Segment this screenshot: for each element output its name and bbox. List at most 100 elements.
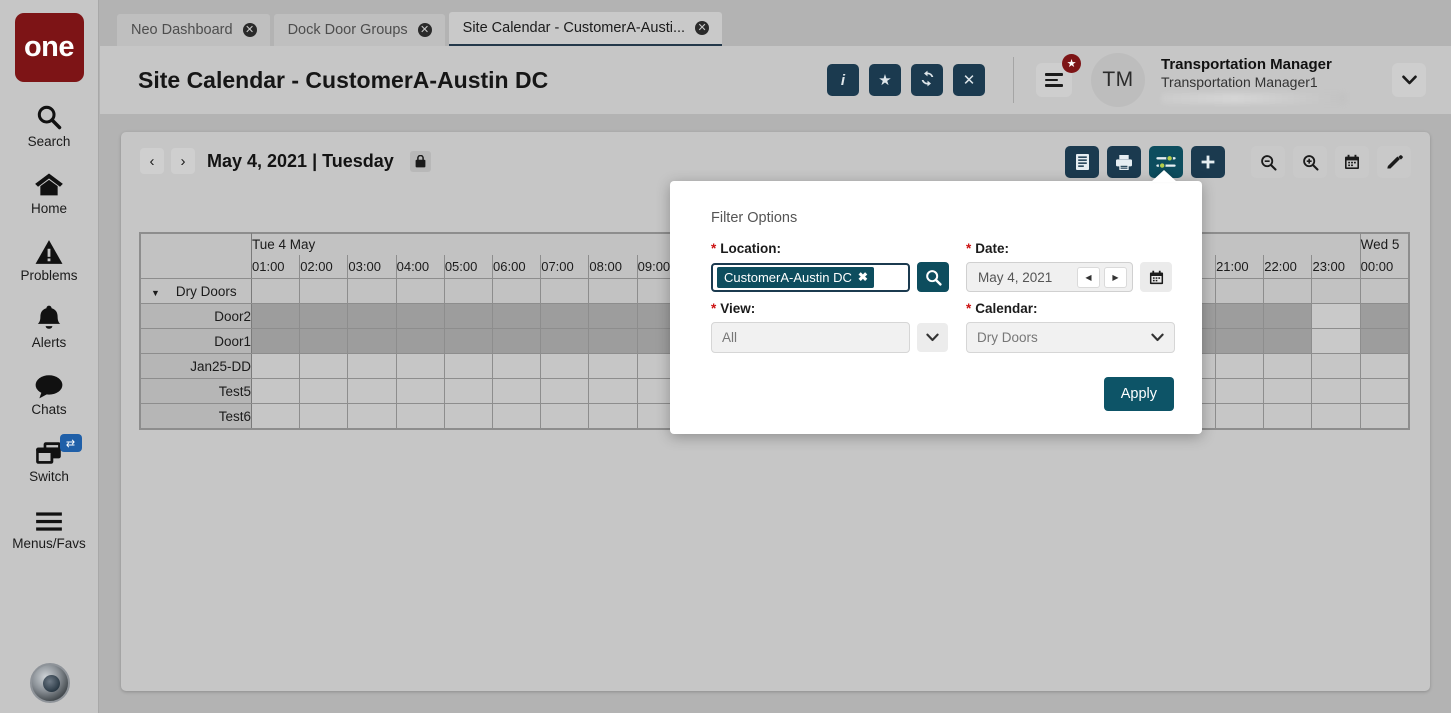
- calendar-cell[interactable]: [395, 403, 445, 429]
- rail-item-problems[interactable]: Problems: [0, 235, 99, 283]
- door-row-label[interactable]: Door2: [140, 303, 252, 329]
- tab-site-calendar[interactable]: Site Calendar - CustomerA-Austi... ✕: [448, 12, 723, 46]
- report-button[interactable]: [1065, 146, 1099, 178]
- view-dropdown-button[interactable]: [917, 323, 948, 352]
- switch-badge-icon[interactable]: ⇄: [59, 434, 82, 452]
- lock-icon[interactable]: [409, 150, 431, 172]
- header-menu-button[interactable]: ★: [1036, 54, 1081, 97]
- info-button[interactable]: i: [827, 64, 859, 96]
- door-row-label[interactable]: Test5: [140, 378, 252, 404]
- calendar-cell[interactable]: [443, 378, 494, 404]
- close-icon[interactable]: ✕: [242, 23, 257, 37]
- favorite-button[interactable]: ★: [869, 64, 901, 96]
- calendar-cell[interactable]: [395, 353, 445, 379]
- calendar-cell[interactable]: [588, 278, 638, 304]
- calendar-cell[interactable]: [1311, 278, 1361, 304]
- calendar-cell[interactable]: [395, 278, 445, 304]
- calendar-cell[interactable]: [1263, 303, 1313, 329]
- calendar-cell[interactable]: [1215, 403, 1265, 429]
- calendar-cell[interactable]: [1263, 278, 1313, 304]
- rail-user-avatar-icon[interactable]: [30, 663, 70, 703]
- calendar-cell[interactable]: [1359, 378, 1410, 404]
- door-row-label[interactable]: Jan25-DD: [140, 353, 252, 379]
- calendar-cell[interactable]: [540, 278, 590, 304]
- door-row-label[interactable]: Test6: [140, 403, 252, 429]
- date-input[interactable]: May 4, 2021 ◀ ▶: [966, 262, 1133, 292]
- calendar-cell[interactable]: [443, 303, 494, 329]
- calendar-cell[interactable]: [1359, 328, 1410, 354]
- location-input[interactable]: CustomerA-Austin DC ✖: [711, 262, 910, 292]
- calendar-cell[interactable]: [250, 378, 301, 404]
- tab-dock-door-groups[interactable]: Dock Door Groups ✕: [273, 14, 445, 46]
- calendar-cell[interactable]: [347, 378, 397, 404]
- calendar-cell[interactable]: [1263, 328, 1313, 354]
- calendar-cell[interactable]: [1359, 403, 1410, 429]
- calendar-cell[interactable]: [1263, 353, 1313, 379]
- rail-item-switch[interactable]: ⇄ Switch: [0, 434, 99, 484]
- remove-token-icon[interactable]: ✖: [858, 270, 868, 284]
- calendar-cell[interactable]: [250, 278, 301, 304]
- rail-item-menus-favs[interactable]: Menus/Favs: [0, 503, 99, 551]
- print-button[interactable]: [1107, 146, 1141, 178]
- calendar-cell[interactable]: [443, 403, 494, 429]
- zoom-in-button[interactable]: [1293, 146, 1327, 178]
- calendar-cell[interactable]: [588, 403, 638, 429]
- previous-day-button[interactable]: ‹: [140, 148, 164, 174]
- rail-item-home[interactable]: Home: [0, 168, 99, 216]
- date-picker-button[interactable]: [1140, 262, 1172, 292]
- calendar-cell[interactable]: [299, 353, 349, 379]
- calendar-cell[interactable]: [588, 353, 638, 379]
- calendar-cell[interactable]: [1311, 403, 1361, 429]
- calendar-cell[interactable]: [299, 403, 349, 429]
- calendar-cell[interactable]: [1215, 303, 1265, 329]
- calendar-cell[interactable]: [443, 278, 494, 304]
- apply-button[interactable]: Apply: [1103, 377, 1174, 411]
- add-button[interactable]: [1191, 146, 1225, 178]
- calendar-button[interactable]: [1335, 146, 1369, 178]
- calendar-cell[interactable]: [1311, 353, 1361, 379]
- calendar-cell[interactable]: [347, 278, 397, 304]
- calendar-cell[interactable]: [1215, 328, 1265, 354]
- calendar-cell[interactable]: [347, 303, 397, 329]
- calendar-cell[interactable]: [250, 328, 301, 354]
- calendar-cell[interactable]: [299, 328, 349, 354]
- rail-item-chats[interactable]: Chats: [0, 369, 99, 417]
- calendar-cell[interactable]: [1263, 403, 1313, 429]
- calendar-cell[interactable]: [395, 378, 445, 404]
- door-row-label[interactable]: Door1: [140, 328, 252, 354]
- calendar-cell[interactable]: [540, 303, 590, 329]
- group-row-label[interactable]: ▼ Dry Doors: [140, 278, 252, 304]
- calendar-cell[interactable]: [492, 303, 542, 329]
- app-logo[interactable]: one: [14, 13, 84, 82]
- calendar-cell[interactable]: [250, 403, 301, 429]
- rail-item-search[interactable]: Search: [0, 101, 99, 149]
- calendar-cell[interactable]: [395, 328, 445, 354]
- calendar-cell[interactable]: [492, 378, 542, 404]
- calendar-cell[interactable]: [250, 303, 301, 329]
- calendar-cell[interactable]: [250, 353, 301, 379]
- next-day-button[interactable]: ›: [171, 148, 195, 174]
- calendar-cell[interactable]: [347, 328, 397, 354]
- location-search-button[interactable]: [917, 262, 949, 292]
- user-menu-chevron-down-icon[interactable]: [1392, 63, 1426, 97]
- view-select[interactable]: All: [711, 322, 910, 353]
- calendar-cell[interactable]: [540, 378, 590, 404]
- calendar-cell[interactable]: [540, 353, 590, 379]
- calendar-cell[interactable]: [1215, 278, 1265, 304]
- calendar-cell[interactable]: [347, 353, 397, 379]
- calendar-cell[interactable]: [588, 328, 638, 354]
- calendar-cell[interactable]: [299, 378, 349, 404]
- refresh-button[interactable]: [911, 64, 943, 96]
- edit-button[interactable]: [1377, 146, 1411, 178]
- calendar-cell[interactable]: [443, 353, 494, 379]
- calendar-cell[interactable]: [1359, 353, 1410, 379]
- calendar-cell[interactable]: [492, 353, 542, 379]
- calendar-cell[interactable]: [1215, 353, 1265, 379]
- calendar-cell[interactable]: [588, 303, 638, 329]
- calendar-cell[interactable]: [1311, 328, 1361, 354]
- calendar-cell[interactable]: [1311, 303, 1361, 329]
- close-icon[interactable]: ✕: [417, 23, 432, 37]
- calendar-select[interactable]: Dry Doors: [966, 322, 1175, 353]
- calendar-cell[interactable]: [443, 328, 494, 354]
- avatar[interactable]: TM: [1091, 53, 1145, 107]
